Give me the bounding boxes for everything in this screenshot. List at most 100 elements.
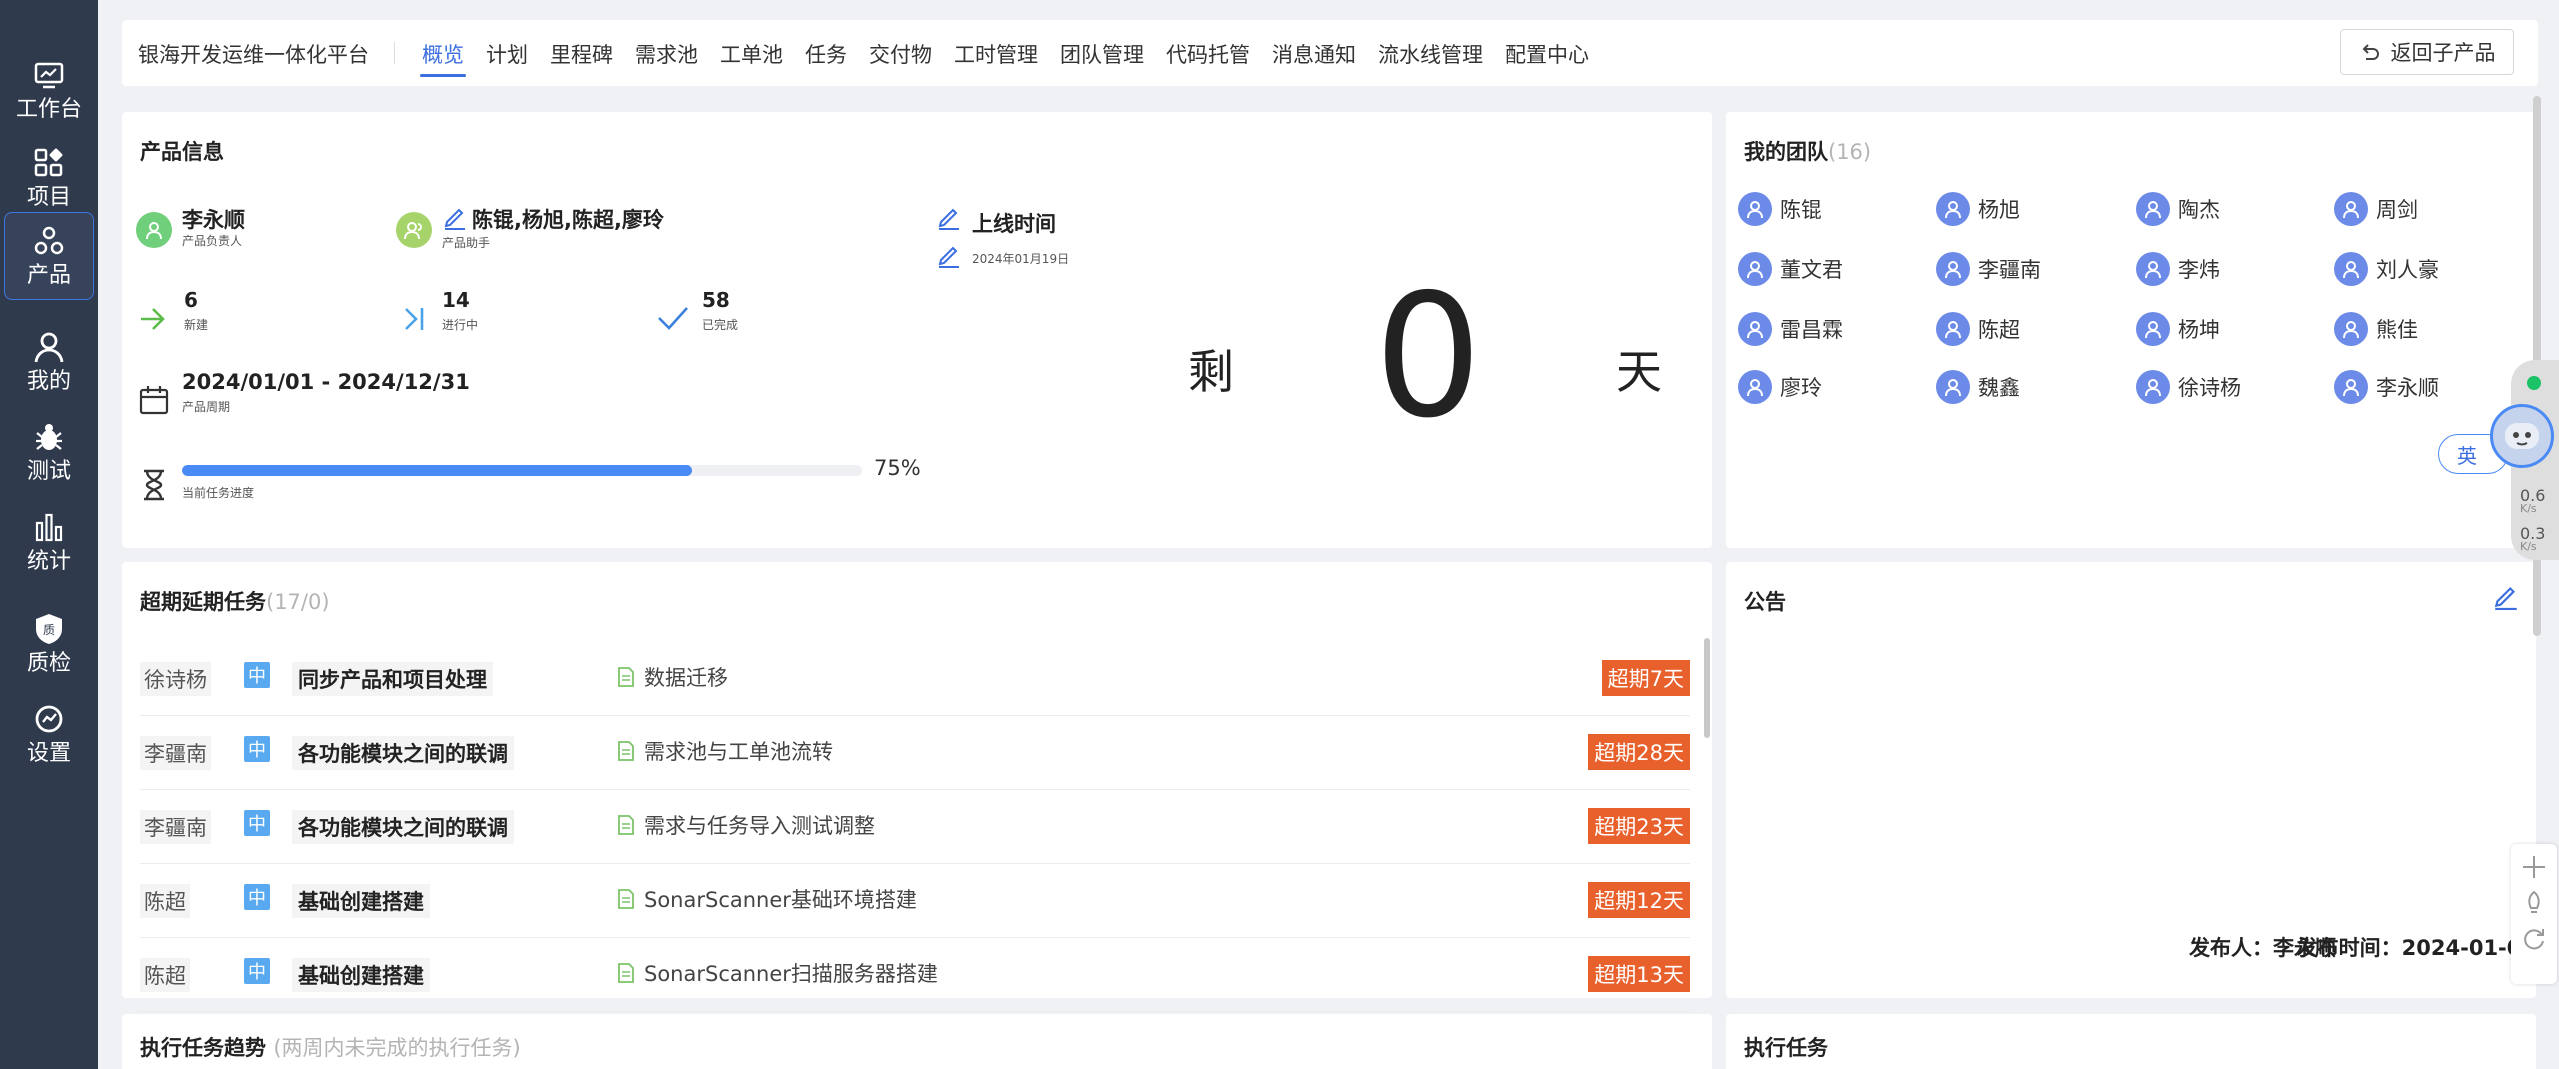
- stat-progress-label: 进行中: [442, 318, 479, 332]
- assistant-robot-icon[interactable]: [2490, 404, 2554, 468]
- sidebar-item-label: 我的: [26, 369, 71, 394]
- user-icon: [1738, 192, 1772, 226]
- gauge-icon: [35, 705, 63, 733]
- team-member[interactable]: 徐诗杨: [2136, 370, 2241, 404]
- tab-notifications[interactable]: 消息通知: [1272, 39, 1356, 77]
- overdue-scrollbar[interactable]: [1704, 638, 1710, 738]
- task-link[interactable]: SonarScanner扫描服务器搭建: [616, 958, 938, 988]
- team-member[interactable]: 李疆南: [1936, 252, 2041, 286]
- sidebar-item-mine[interactable]: 我的: [4, 318, 94, 406]
- task-link[interactable]: 需求与任务导入测试调整: [616, 810, 875, 840]
- calendar-icon: [139, 386, 169, 415]
- team-member[interactable]: 陈锟: [1738, 192, 1822, 226]
- tab-requirement-pool[interactable]: 需求池: [635, 39, 698, 77]
- assignee: 陈超: [140, 958, 190, 992]
- edit-icon[interactable]: [936, 204, 962, 230]
- team-member[interactable]: 杨旭: [1936, 192, 2020, 226]
- sidebar-item-label: 质检: [26, 651, 71, 676]
- team-member[interactable]: 陶杰: [2136, 192, 2220, 226]
- edit-icon[interactable]: [936, 242, 962, 268]
- team-member[interactable]: 周剑: [2334, 192, 2418, 226]
- upload-unit: K/s: [2520, 502, 2537, 515]
- panel-title: 执行任务趋势 (两周内未完成的执行任务): [140, 1036, 521, 1060]
- sidebar-item-label: 设置: [26, 741, 71, 766]
- overdue-task-row[interactable]: 李疆南 中各功能模块之间的联调 需求池与工单池流转 超期28天: [140, 716, 1690, 790]
- assignee: 陈超: [140, 884, 190, 918]
- overdue-task-row[interactable]: 陈超 中基础创建搭建 SonarScanner基础环境搭建 超期12天: [140, 864, 1690, 938]
- team-member-name: 魏鑫: [1978, 376, 2020, 400]
- tab-code-hosting[interactable]: 代码托管: [1166, 39, 1250, 77]
- execution-tasks-panel: 执行任务: [1726, 1014, 2536, 1069]
- user-icon: [34, 332, 64, 363]
- panel-title: 执行任务: [1744, 1036, 1828, 1060]
- assistant-avatar: [396, 212, 432, 248]
- team-member-name: 刘人豪: [2376, 258, 2439, 282]
- sidebar-item-label: 统计: [26, 549, 71, 574]
- sidebar-item-settings[interactable]: 设置: [4, 690, 94, 778]
- sidebar-item-test[interactable]: 测试: [4, 408, 94, 496]
- overdue-task-row[interactable]: 陈超 中基础创建搭建 SonarScanner扫描服务器搭建 超期13天: [140, 938, 1690, 1012]
- tab-config-center[interactable]: 配置中心: [1505, 39, 1589, 77]
- overdue-badge: 超期23天: [1588, 808, 1690, 844]
- team-member[interactable]: 刘人豪: [2334, 252, 2439, 286]
- user-icon: [2136, 192, 2170, 226]
- overdue-task-row[interactable]: 李疆南 中各功能模块之间的联调 需求与任务导入测试调整 超期23天: [140, 790, 1690, 864]
- tab-pipeline[interactable]: 流水线管理: [1378, 39, 1483, 77]
- user-icon: [2334, 312, 2368, 346]
- move-icon[interactable]: [2521, 854, 2547, 880]
- remain-prefix: 剩: [1188, 345, 1234, 399]
- user-icon: [1936, 370, 1970, 404]
- sidebar-item-stats[interactable]: 统计: [4, 498, 94, 586]
- tab-milestone[interactable]: 里程碑: [550, 39, 613, 77]
- tab-plan[interactable]: 计划: [486, 39, 528, 77]
- edit-icon[interactable]: [442, 204, 468, 230]
- team-member[interactable]: 李永顺: [2334, 370, 2439, 404]
- remain-suffix: 天: [1616, 345, 1662, 399]
- task-progress-bar: [182, 465, 862, 476]
- task-link[interactable]: 需求池与工单池流转: [616, 736, 833, 766]
- sidebar-item-workbench[interactable]: 工作台: [4, 46, 94, 134]
- team-member[interactable]: 廖玲: [1738, 370, 1822, 404]
- overdue-task-row[interactable]: 徐诗杨 中同步产品和项目处理 数据迁移 超期7天: [140, 642, 1690, 716]
- panel-title: 公告: [1744, 590, 1786, 614]
- team-member[interactable]: 李炜: [2136, 252, 2220, 286]
- team-member-name: 熊佳: [2376, 318, 2418, 342]
- divider: [394, 42, 395, 64]
- tab-deliverable[interactable]: 交付物: [869, 39, 932, 77]
- team-member[interactable]: 陈超: [1936, 312, 2020, 346]
- user-icon: [146, 222, 162, 240]
- team-member[interactable]: 熊佳: [2334, 312, 2418, 346]
- remain-days: 0: [1374, 258, 1483, 456]
- edit-icon[interactable]: [2492, 582, 2520, 610]
- back-to-subproduct-button[interactable]: 返回子产品: [2340, 29, 2514, 75]
- rocket-icon[interactable]: [2521, 890, 2547, 916]
- task-name: 需求池与工单池流转: [644, 740, 833, 764]
- refresh-icon[interactable]: [2521, 926, 2547, 952]
- user-icon: [1738, 252, 1772, 286]
- period-label: 产品周期: [182, 400, 231, 414]
- sidebar-item-quality[interactable]: 质 质检: [4, 600, 94, 688]
- progress-percent: 75%: [874, 456, 921, 480]
- team-member[interactable]: 雷昌霖: [1738, 312, 1843, 346]
- team-member-name: 廖玲: [1780, 376, 1822, 400]
- tab-overview[interactable]: 概览: [420, 39, 466, 77]
- bug-icon: [36, 424, 62, 450]
- task-link[interactable]: 数据迁移: [616, 662, 728, 692]
- user-icon: [1936, 312, 1970, 346]
- tab-ticket-pool[interactable]: 工单池: [720, 39, 783, 77]
- progress-label: 当前任务进度: [182, 486, 255, 500]
- team-member[interactable]: 杨坤: [2136, 312, 2220, 346]
- priority-badge: 中: [244, 958, 270, 984]
- tab-team-management[interactable]: 团队管理: [1060, 39, 1144, 77]
- project-name: 基础创建搭建: [292, 884, 430, 918]
- sidebar-item-project[interactable]: 项目: [4, 134, 94, 222]
- team-member-name: 李永顺: [2376, 376, 2439, 400]
- user-icon: [2136, 252, 2170, 286]
- team-member[interactable]: 董文君: [1738, 252, 1843, 286]
- robot-face-icon: [2505, 423, 2539, 449]
- sidebar-item-product[interactable]: 产品: [4, 212, 94, 300]
- team-member[interactable]: 魏鑫: [1936, 370, 2020, 404]
- task-link[interactable]: SonarScanner基础环境搭建: [616, 884, 917, 914]
- tab-work-hours[interactable]: 工时管理: [954, 39, 1038, 77]
- tab-task[interactable]: 任务: [805, 39, 847, 77]
